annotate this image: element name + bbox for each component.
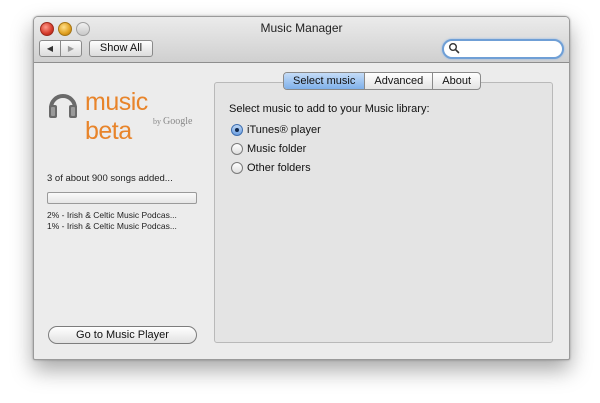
songs-added-status: 3 of about 900 songs added...	[47, 173, 173, 184]
option-label: Other folders	[247, 162, 311, 174]
window-title: Music Manager	[260, 21, 343, 35]
radio-music-folder[interactable]	[231, 143, 243, 155]
headphones-icon	[49, 94, 77, 118]
search-input[interactable]	[461, 42, 557, 55]
upload-item: 2% - Irish & Celtic Music Podcas...	[47, 210, 177, 220]
preferences-panel	[214, 82, 553, 343]
preference-tabs: Select music Advanced About	[283, 72, 482, 90]
music-manager-window: Music Manager ◀ ▶ Show All music beta by…	[33, 16, 570, 360]
option-label: iTunes® player	[247, 124, 321, 136]
upload-item: 1% - Irish & Celtic Music Podcas...	[47, 221, 177, 231]
search-field[interactable]	[442, 39, 564, 59]
option-music-folder[interactable]: Music folder	[231, 143, 306, 155]
option-other-folders[interactable]: Other folders	[231, 162, 311, 174]
select-music-prompt: Select music to add to your Music librar…	[229, 103, 430, 115]
back-button[interactable]: ◀	[40, 41, 61, 56]
show-all-button[interactable]: Show All	[89, 40, 153, 57]
upload-progress-bar	[47, 192, 197, 204]
forward-arrow-icon: ▶	[67, 44, 75, 53]
title-bar: Music Manager ◀ ▶ Show All	[34, 17, 569, 63]
search-icon	[449, 43, 460, 54]
back-arrow-icon: ◀	[46, 44, 54, 53]
forward-button[interactable]: ▶	[61, 41, 81, 56]
music-beta-logo: music beta by Google	[47, 88, 199, 145]
google-label: Google	[163, 116, 193, 127]
by-google-text: by Google	[153, 116, 192, 127]
by-label: by	[153, 117, 161, 126]
go-to-music-player-button[interactable]: Go to Music Player	[48, 326, 197, 344]
radio-itunes-player[interactable]	[231, 124, 243, 136]
nav-back-forward: ◀ ▶	[39, 40, 82, 57]
tab-advanced[interactable]: Advanced	[364, 73, 432, 89]
tab-select-music[interactable]: Select music	[284, 73, 365, 89]
upload-list: 2% - Irish & Celtic Music Podcas... 1% -…	[47, 210, 197, 232]
option-label: Music folder	[247, 143, 307, 155]
radio-other-folders[interactable]	[231, 162, 243, 174]
tab-about[interactable]: About	[432, 73, 480, 89]
option-itunes-player[interactable]: iTunes® player	[231, 124, 321, 136]
left-sidebar: music beta by Google 3 of about 900 song…	[34, 63, 212, 359]
